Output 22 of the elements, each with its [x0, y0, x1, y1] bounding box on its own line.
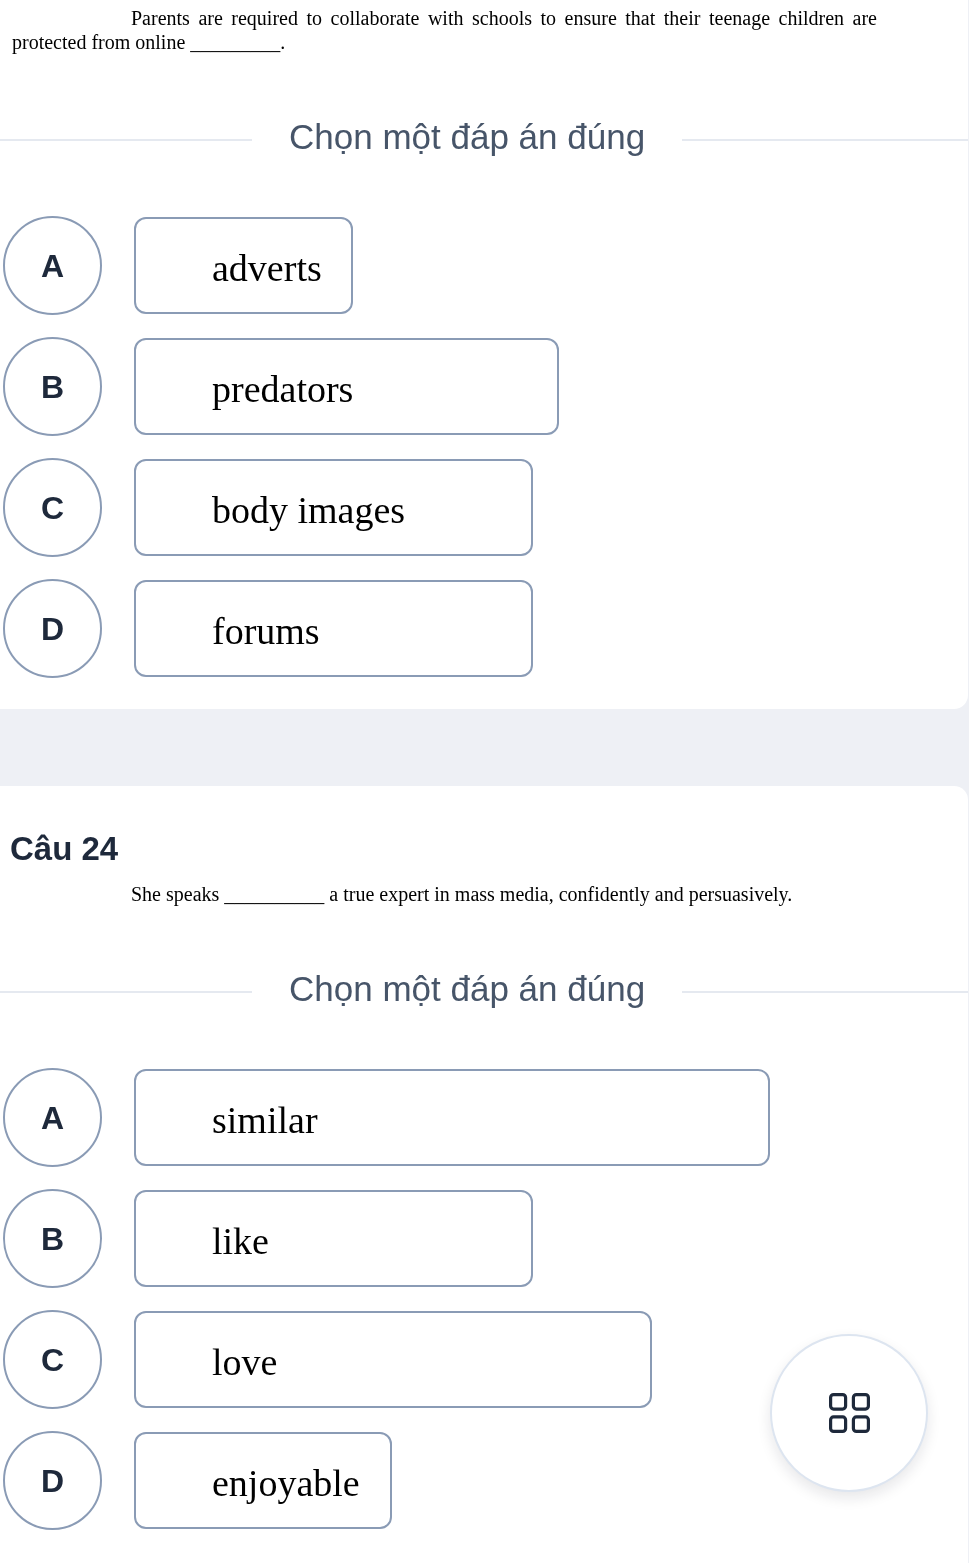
option-letter[interactable]: B — [3, 337, 102, 436]
grid-icon — [828, 1393, 870, 1433]
question-number: Câu 24 — [10, 829, 120, 869]
option-letter[interactable]: D — [3, 579, 102, 678]
instruction-heading: Chọn một đáp án đúng — [289, 968, 646, 1010]
answer-option[interactable]: similar — [134, 1069, 770, 1166]
question-text: She speaks __________ a true expert in mass media, confidently and persuasively. — [130, 882, 794, 906]
answer-option[interactable]: predators — [134, 338, 559, 435]
instruction-heading: Chọn một đáp án đúng — [289, 116, 646, 158]
question-text: Parents are required to collaborate with schools to ensure that their teenage children are protected from online _________. — [12, 6, 877, 54]
option-letter[interactable]: B — [3, 1189, 102, 1288]
option-letter[interactable]: D — [3, 1431, 102, 1530]
option-letter[interactable]: A — [3, 1068, 102, 1167]
answer-option[interactable]: love — [134, 1311, 652, 1408]
answer-option[interactable]: like — [134, 1190, 533, 1287]
answer-option[interactable]: enjoyable — [134, 1432, 392, 1529]
answer-option[interactable]: forums — [134, 580, 533, 677]
option-letter[interactable]: C — [3, 458, 102, 557]
answer-option[interactable]: adverts — [134, 217, 353, 314]
option-letter[interactable]: C — [3, 1310, 102, 1409]
answer-option[interactable]: body images — [134, 459, 533, 556]
option-letter[interactable]: A — [3, 216, 102, 315]
